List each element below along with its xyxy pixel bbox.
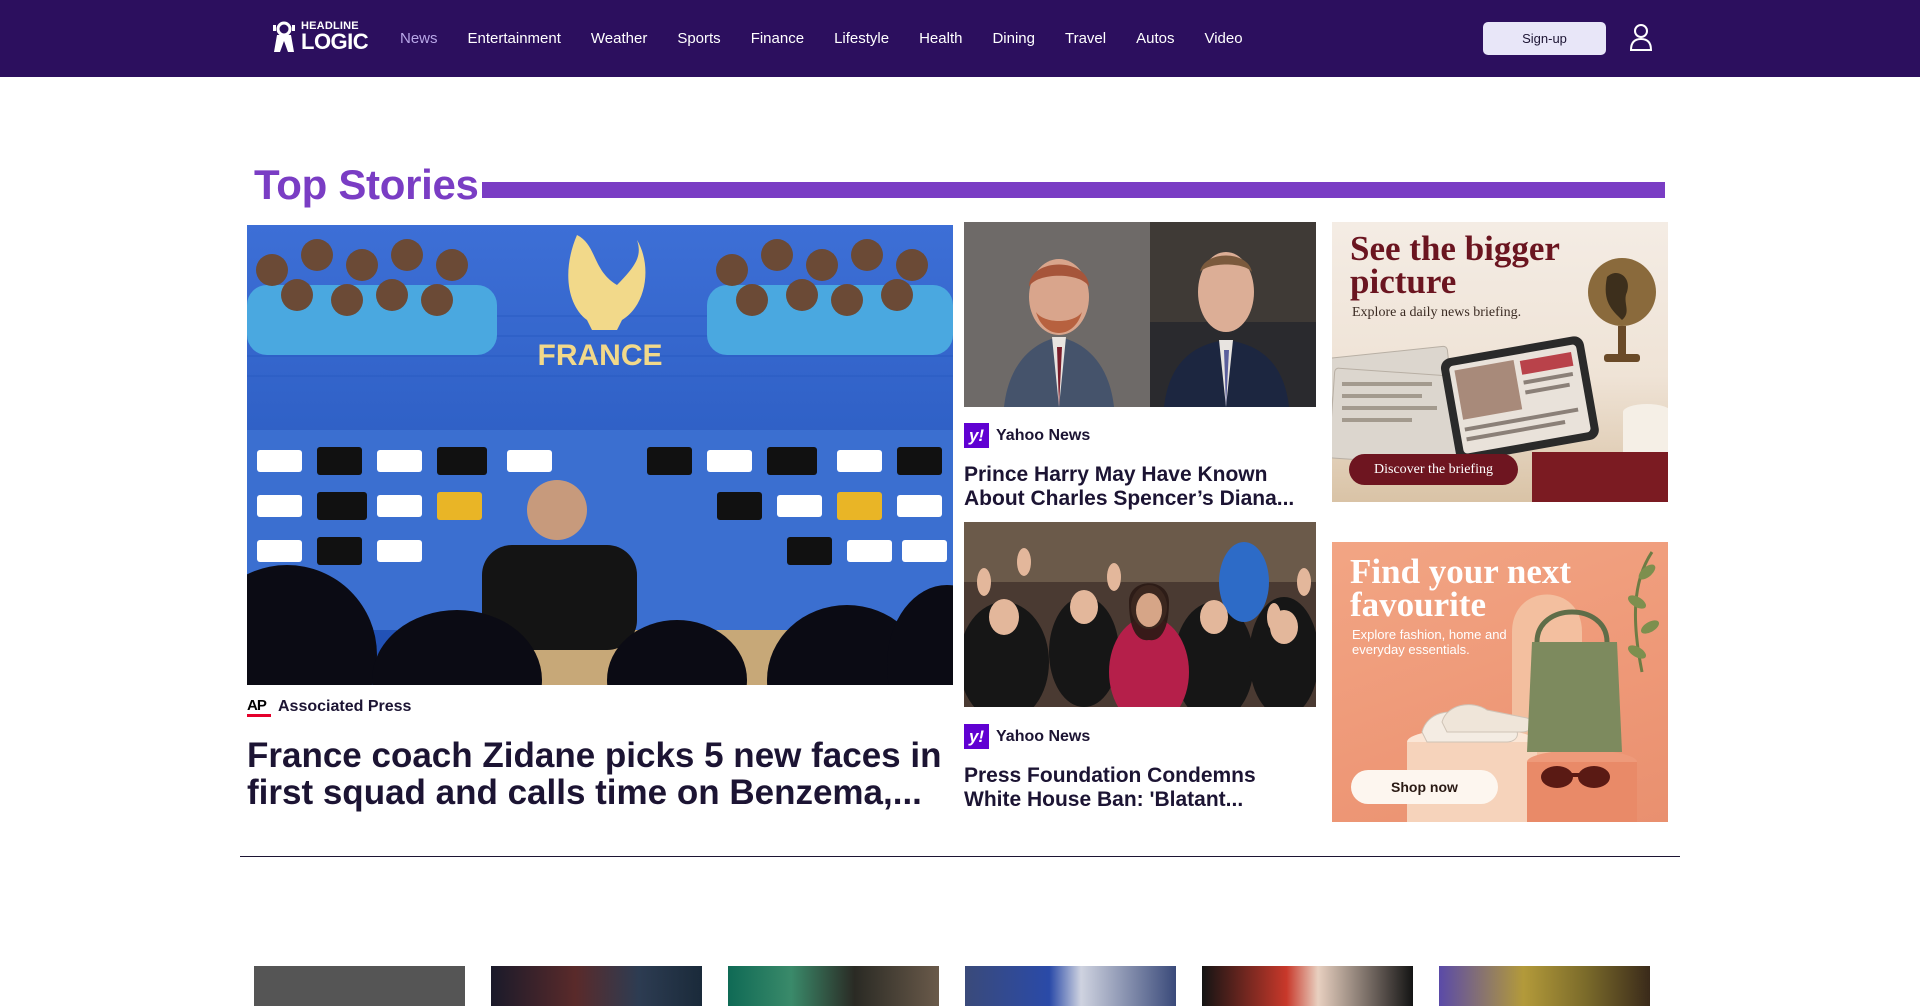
nav-dining[interactable]: Dining	[977, 30, 1050, 47]
side-story-2-headline[interactable]: Press Foundation Condemns White House Ba…	[964, 764, 1304, 812]
nav-health[interactable]: Health	[904, 30, 977, 47]
svg-text:FRANCE: FRANCE	[538, 339, 663, 372]
yahoo-logo-icon: y!	[964, 724, 989, 749]
royals-photo	[964, 222, 1316, 407]
main-story-source-name: Associated Press	[278, 698, 412, 715]
logo-text-bottom: LOGIC	[301, 29, 369, 54]
user-account-icon[interactable]	[1629, 23, 1653, 51]
nav-sports[interactable]: Sports	[662, 30, 735, 47]
ad-news-briefing[interactable]: See the bigger picture Explore a daily n…	[1332, 222, 1668, 502]
ad-shopping[interactable]: Find your next favourite Explore fashion…	[1332, 542, 1668, 822]
bottom-story-3-thumbnail[interactable]	[728, 966, 939, 1006]
signup-button[interactable]: Sign-up	[1483, 22, 1606, 55]
side-story-1-source: y! Yahoo News	[964, 423, 1090, 448]
side-story-2-image[interactable]	[964, 522, 1316, 707]
side-story-2-source: y! Yahoo News	[964, 724, 1090, 749]
nav-autos[interactable]: Autos	[1121, 30, 1189, 47]
main-story-image[interactable]: FRANCE	[247, 225, 953, 685]
nav-finance[interactable]: Finance	[736, 30, 819, 47]
nav-news[interactable]: News	[385, 30, 453, 47]
ad-1-subtext: Explore a daily news briefing.	[1352, 305, 1522, 320]
side-story-1-image[interactable]	[964, 222, 1316, 407]
nav-lifestyle[interactable]: Lifestyle	[819, 30, 904, 47]
side-story-2-source-name: Yahoo News	[996, 727, 1091, 745]
side-story-1-source-name: Yahoo News	[996, 426, 1091, 444]
section-title-bar	[482, 182, 1665, 198]
ap-logo-icon: AP	[247, 697, 271, 717]
main-navigation: News Entertainment Weather Sports Financ…	[385, 0, 1258, 77]
bottom-story-5-thumbnail[interactable]	[1202, 966, 1413, 1006]
discover-briefing-button[interactable]: Discover the briefing	[1349, 454, 1518, 485]
bottom-story-4-thumbnail[interactable]	[965, 966, 1176, 1006]
ad-1-headline: See the bigger picture	[1350, 229, 1560, 301]
ad-2-subtext: Explore fashion, home and everyday essen…	[1352, 627, 1507, 657]
main-story-headline[interactable]: France coach Zidane picks 5 new faces in…	[247, 737, 947, 811]
nav-video[interactable]: Video	[1189, 30, 1257, 47]
top-nav-bar: HEADLINE LOGIC News Entertainment Weathe…	[0, 0, 1920, 77]
shop-now-button[interactable]: Shop now	[1351, 770, 1498, 804]
nav-travel[interactable]: Travel	[1050, 30, 1121, 47]
main-story-source: AP Associated Press	[247, 697, 411, 717]
press-room-photo	[964, 522, 1316, 707]
nav-weather[interactable]: Weather	[576, 30, 662, 47]
bottom-story-2-thumbnail[interactable]	[491, 966, 702, 1006]
press-conference-photo: FRANCE	[247, 225, 953, 685]
yahoo-logo-icon: y!	[964, 423, 989, 448]
side-story-1-headline[interactable]: Prince Harry May Have Known About Charle…	[964, 463, 1304, 511]
ad-2-headline: Find your next favourite	[1350, 552, 1572, 624]
section-title-top-stories: Top Stories	[254, 161, 479, 208]
headline-logic-logo[interactable]: HEADLINE LOGIC	[271, 20, 369, 54]
bottom-story-1-thumbnail[interactable]	[254, 966, 465, 1006]
logo-mark-icon	[273, 21, 295, 52]
bottom-story-6-thumbnail[interactable]	[1439, 966, 1650, 1006]
section-divider	[240, 856, 1680, 857]
nav-entertainment[interactable]: Entertainment	[453, 30, 576, 47]
